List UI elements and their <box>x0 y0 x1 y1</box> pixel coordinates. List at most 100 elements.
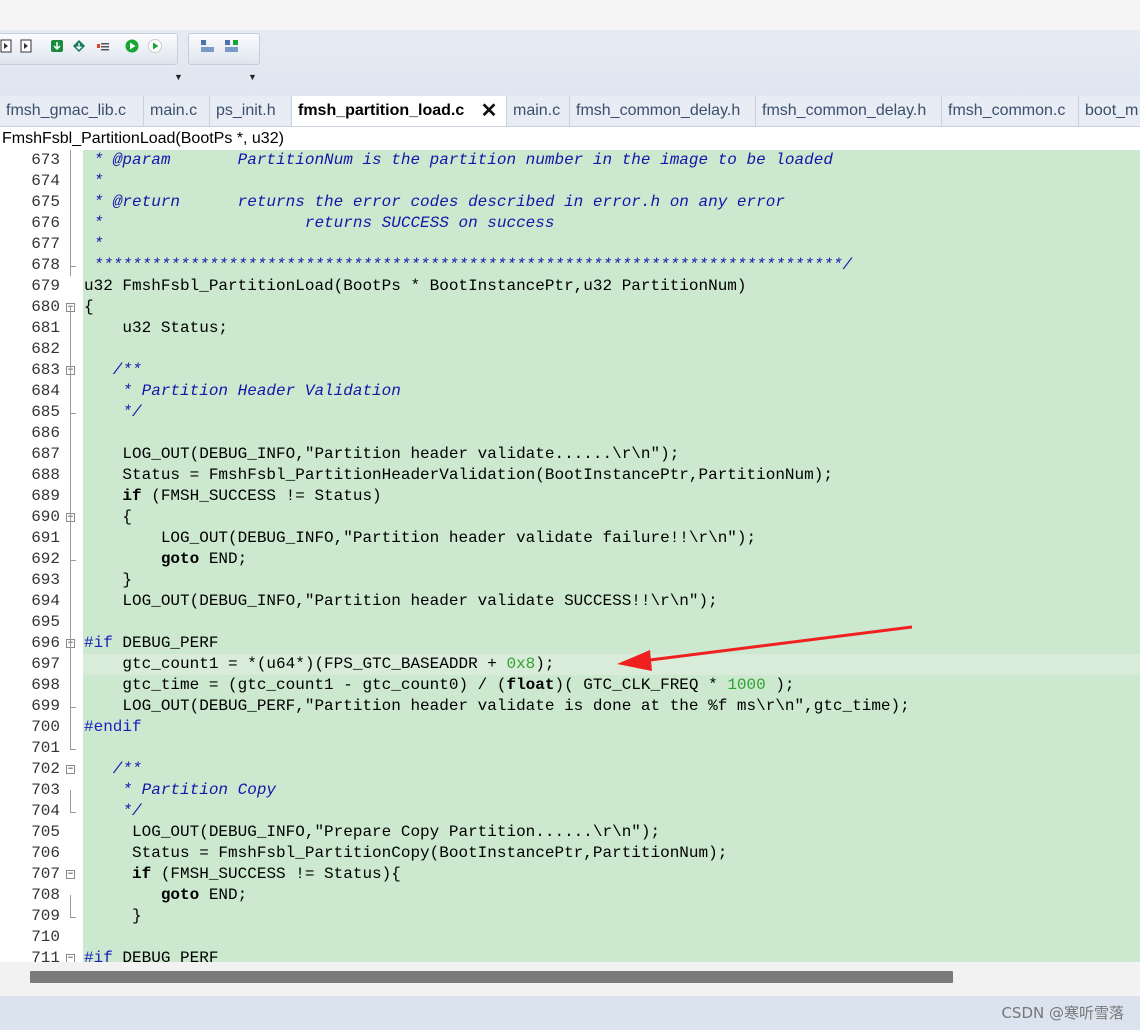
tab-file[interactable]: fmsh_common.c <box>942 96 1079 126</box>
tab-file[interactable]: main.c <box>144 96 210 126</box>
code-line[interactable]: gtc_count1 = *(u64*)(FPS_GTC_BASEADDR + … <box>84 654 554 675</box>
code-token: u32 Status; <box>84 319 229 337</box>
function-breadcrumb[interactable]: FmshFsbl_PartitionLoad(BootPs *, u32) <box>0 127 1140 150</box>
upload-icon[interactable] <box>72 39 86 53</box>
fold-toggle-icon[interactable]: − <box>66 870 75 879</box>
code-token: LOG_OUT(DEBUG_INFO,"Partition header val… <box>84 529 757 547</box>
code-line[interactable]: } <box>84 906 142 927</box>
line-number: 690 <box>31 508 60 526</box>
play-icon[interactable] <box>148 39 162 53</box>
tab-file[interactable]: boot_m <box>1079 96 1140 126</box>
code-token: #if <box>84 634 113 652</box>
code-line[interactable]: /** <box>84 759 142 780</box>
toolbar-overflow-icon[interactable]: ▼ <box>174 70 183 84</box>
line-number: 679 <box>31 277 60 295</box>
tab-file[interactable]: fmsh_common_delay.h <box>570 96 756 126</box>
code-token: DEBUG_PERF <box>112 949 219 962</box>
code-token: )( GTC_CLK_FREQ * <box>554 676 728 694</box>
code-token: Status = FmshFsbl_PartitionHeaderValidat… <box>84 466 833 484</box>
code-line[interactable]: LOG_OUT(DEBUG_PERF,"Partition header val… <box>84 696 909 717</box>
code-line[interactable]: LOG_OUT(DEBUG_INFO,"Prepare Copy Partiti… <box>84 822 660 843</box>
watermark: CSDN @寒听雪落 <box>1001 1004 1124 1022</box>
line-number: 684 <box>31 382 60 400</box>
download-icon[interactable] <box>50 39 64 53</box>
code-line[interactable]: { <box>84 507 132 528</box>
code-token: Status = FmshFsbl_PartitionCopy(BootInst… <box>84 844 728 862</box>
code-line[interactable]: */ <box>84 402 142 423</box>
code-line[interactable]: { <box>84 297 94 318</box>
code-editor[interactable]: 673 * @param PartitionNum is the partiti… <box>0 150 1140 962</box>
tab-file[interactable]: ps_init.h <box>210 96 292 126</box>
list-icon[interactable] <box>96 39 110 53</box>
line-number: 673 <box>31 151 60 169</box>
code-line[interactable]: * <box>84 234 104 255</box>
code-line[interactable]: * @param PartitionNum is the partition n… <box>84 150 833 171</box>
window-top-strip <box>0 0 1140 30</box>
fold-end-mark <box>70 560 76 561</box>
page-forward-icon[interactable] <box>19 39 33 53</box>
layout-add-icon[interactable] <box>224 39 238 53</box>
page-back-icon[interactable] <box>0 39 14 53</box>
code-line[interactable]: LOG_OUT(DEBUG_INFO,"Partition header val… <box>84 444 679 465</box>
code-token: (FMSH_SUCCESS != Status){ <box>151 865 401 883</box>
code-line[interactable]: gtc_time = (gtc_count1 - gtc_count0) / (… <box>84 675 795 696</box>
code-line[interactable]: u32 Status; <box>84 318 228 339</box>
code-line[interactable]: goto END; <box>84 885 247 906</box>
code-token: LOG_OUT(DEBUG_INFO,"Prepare Copy Partiti… <box>84 823 661 841</box>
code-line[interactable]: /** <box>84 360 142 381</box>
code-line[interactable]: * @return returns the error codes descri… <box>84 192 785 213</box>
code-line[interactable]: Status = FmshFsbl_PartitionHeaderValidat… <box>84 465 833 486</box>
fold-guide <box>70 895 71 917</box>
code-token: ); <box>765 676 795 694</box>
fold-toggle-icon[interactable]: − <box>66 954 75 962</box>
code-token: LOG_OUT(DEBUG_INFO,"Partition header val… <box>84 445 680 463</box>
run-icon[interactable] <box>125 39 139 53</box>
code-line[interactable]: #if DEBUG_PERF <box>84 948 218 962</box>
fold-guide <box>70 643 71 707</box>
line-number: 695 <box>31 613 60 631</box>
code-line[interactable]: LOG_OUT(DEBUG_INFO,"Partition header val… <box>84 528 756 549</box>
tab-label: fmsh_common_delay.h <box>576 102 741 119</box>
tab-label: main.c <box>513 102 561 119</box>
code-line[interactable]: goto END; <box>84 549 247 570</box>
code-line[interactable]: * Partition Copy <box>84 780 276 801</box>
layout-icon[interactable] <box>200 39 214 53</box>
fold-end-mark <box>70 413 76 414</box>
code-token: END; <box>199 886 248 904</box>
fold-guide <box>70 391 71 413</box>
tab-file[interactable]: main.c <box>507 96 570 126</box>
code-token: gtc_count1 = *(u64*)(FPS_GTC_BASEADDR + <box>84 655 507 673</box>
code-token: } <box>84 571 133 589</box>
tab-file-active[interactable]: fmsh_partition_load.c ✕ <box>292 96 507 126</box>
code-line[interactable]: Status = FmshFsbl_PartitionCopy(BootInst… <box>84 843 727 864</box>
code-line[interactable]: if (FMSH_SUCCESS != Status){ <box>84 864 401 885</box>
code-line[interactable]: u32 FmshFsbl_PartitionLoad(BootPs * Boot… <box>84 276 747 297</box>
code-line[interactable]: * returns SUCCESS on success <box>84 213 555 234</box>
code-token: END; <box>199 550 248 568</box>
tab-file[interactable]: fmsh_common_delay.h <box>756 96 942 126</box>
code-token: 1000 <box>727 676 766 694</box>
code-line[interactable]: #endif <box>84 717 142 738</box>
code-line[interactable]: */ <box>84 801 141 822</box>
close-icon[interactable]: ✕ <box>480 101 498 121</box>
horizontal-scrollbar-thumb[interactable] <box>30 971 953 983</box>
code-line[interactable]: ****************************************… <box>84 255 853 276</box>
code-token: gtc_time = (gtc_count1 - gtc_count0) / ( <box>84 676 507 694</box>
code-line[interactable]: LOG_OUT(DEBUG_INFO,"Partition header val… <box>84 591 717 612</box>
code-token: goto <box>160 886 200 904</box>
line-number: 696 <box>31 634 60 652</box>
code-line[interactable]: } <box>84 570 132 591</box>
code-line[interactable]: * Partition Header Validation <box>84 381 400 402</box>
code-line[interactable]: if (FMSH_SUCCESS != Status) <box>84 486 381 507</box>
toolbar-overflow-icon[interactable]: ▼ <box>248 70 257 84</box>
code-token: */ <box>84 403 142 421</box>
code-line[interactable]: #if DEBUG_PERF <box>84 633 218 654</box>
line-number: 687 <box>31 445 60 463</box>
tab-file[interactable]: fmsh_gmac_lib.c <box>0 96 144 126</box>
code-line[interactable]: * <box>84 171 104 192</box>
fold-toggle-icon[interactable]: − <box>66 765 75 774</box>
